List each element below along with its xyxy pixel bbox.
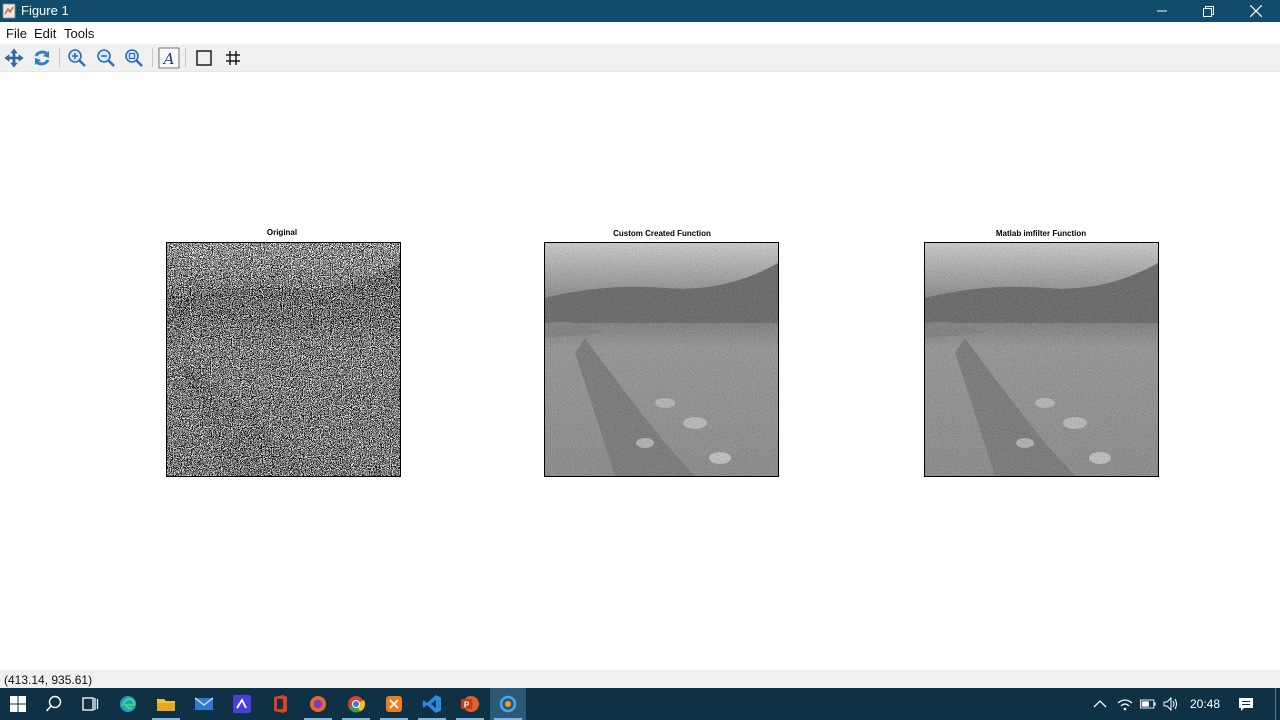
search-icon bbox=[45, 695, 62, 712]
grid-button[interactable] bbox=[222, 47, 244, 69]
search-button[interactable] bbox=[36, 688, 72, 720]
close-button[interactable] bbox=[1233, 0, 1279, 22]
task-view-button[interactable] bbox=[72, 688, 108, 720]
image-original[interactable] bbox=[166, 242, 401, 477]
mail-icon bbox=[194, 697, 214, 710]
minimize-icon bbox=[1157, 10, 1167, 12]
tray-overflow-chevron-icon[interactable] bbox=[1092, 696, 1108, 712]
rotate-icon bbox=[34, 50, 50, 66]
task-view-icon bbox=[82, 697, 99, 711]
restore-button[interactable] bbox=[1185, 0, 1231, 22]
vscode-icon bbox=[423, 695, 441, 713]
volume-icon[interactable] bbox=[1163, 696, 1179, 712]
taskbar-firefox[interactable] bbox=[300, 688, 336, 720]
toolbar: A bbox=[0, 44, 1280, 72]
powerpoint-icon: P bbox=[461, 696, 479, 712]
toolbar-separator bbox=[59, 48, 60, 67]
subplot-title-custom: Custom Created Function bbox=[613, 229, 711, 238]
box-icon bbox=[196, 50, 212, 66]
taskbar-chrome[interactable] bbox=[338, 688, 374, 720]
svg-text:A: A bbox=[162, 50, 175, 68]
menu-tools[interactable]: Tools bbox=[64, 26, 94, 41]
taskbar-clock[interactable]: 20:48 bbox=[1190, 697, 1220, 711]
title-bar[interactable]: Figure 1 bbox=[0, 0, 1280, 22]
insert-text-button[interactable]: A bbox=[158, 47, 180, 69]
octave-icon bbox=[499, 695, 517, 713]
box-button[interactable] bbox=[193, 47, 215, 69]
insert-text-icon: A bbox=[158, 47, 180, 69]
start-button[interactable] bbox=[0, 688, 36, 720]
pan-button[interactable] bbox=[3, 47, 25, 69]
firefox-icon bbox=[310, 696, 326, 712]
network-icon[interactable] bbox=[1117, 696, 1133, 712]
figure-canvas[interactable]: Original Custom Created Function Matlab … bbox=[0, 72, 1280, 669]
show-desktop-button[interactable] bbox=[1275, 688, 1280, 720]
edge-icon bbox=[120, 696, 136, 712]
file-explorer-icon bbox=[157, 699, 175, 711]
zoom-out-button[interactable] bbox=[95, 47, 117, 69]
zoom-in-icon bbox=[68, 49, 86, 67]
menu-file[interactable]: File bbox=[6, 26, 27, 41]
minimize-button[interactable] bbox=[1139, 0, 1185, 22]
subplot-title-imfilter: Matlab imfilter Function bbox=[995, 229, 1087, 238]
taskbar-office[interactable] bbox=[262, 688, 298, 720]
pan-icon bbox=[4, 48, 24, 68]
menu-edit[interactable]: Edit bbox=[34, 26, 56, 41]
svg-text:P: P bbox=[464, 701, 470, 710]
grid-icon bbox=[226, 51, 240, 65]
window-title: Figure 1 bbox=[21, 3, 69, 18]
close-icon bbox=[1250, 5, 1262, 17]
zoom-in-button[interactable] bbox=[66, 47, 88, 69]
menu-bar: File Edit Tools bbox=[0, 22, 1280, 44]
taskbar-mail[interactable] bbox=[186, 688, 222, 720]
taskbar-powerpoint[interactable]: P bbox=[452, 688, 488, 720]
restore-icon bbox=[1202, 5, 1214, 17]
notification-center-icon[interactable] bbox=[1238, 696, 1254, 712]
taskbar-app-orange[interactable] bbox=[376, 688, 412, 720]
battery-icon[interactable] bbox=[1140, 696, 1156, 712]
octave-app-icon bbox=[2, 3, 17, 19]
cursor-coordinates: (413.14, 935.61) bbox=[4, 673, 93, 687]
taskbar-vscode[interactable] bbox=[414, 688, 450, 720]
toolbar-separator bbox=[152, 48, 153, 67]
taskbar: P 20:48 bbox=[0, 688, 1280, 720]
rotate-button[interactable] bbox=[31, 47, 53, 69]
image-imfilter-filtered[interactable] bbox=[924, 242, 1159, 477]
app-orange-icon bbox=[386, 696, 402, 712]
visual-studio-icon bbox=[233, 695, 251, 713]
subplot-title-original: Original bbox=[266, 228, 298, 237]
zoom-out-icon bbox=[97, 49, 115, 67]
taskbar-edge[interactable] bbox=[110, 688, 146, 720]
office-icon bbox=[274, 695, 287, 713]
toolbar-separator bbox=[185, 48, 186, 67]
figure-window: Figure 1 File Edit Tools A Original Cust… bbox=[0, 0, 1280, 688]
zoom-reset-button[interactable] bbox=[123, 47, 145, 69]
taskbar-octave[interactable] bbox=[490, 688, 526, 720]
taskbar-vs[interactable] bbox=[224, 688, 260, 720]
zoom-reset-icon bbox=[125, 49, 143, 67]
taskbar-file-explorer[interactable] bbox=[148, 688, 184, 720]
status-bar: (413.14, 935.61) bbox=[0, 670, 1280, 688]
image-custom-filtered[interactable] bbox=[544, 242, 779, 477]
chrome-icon bbox=[348, 696, 366, 713]
windows-start-icon bbox=[10, 696, 26, 712]
